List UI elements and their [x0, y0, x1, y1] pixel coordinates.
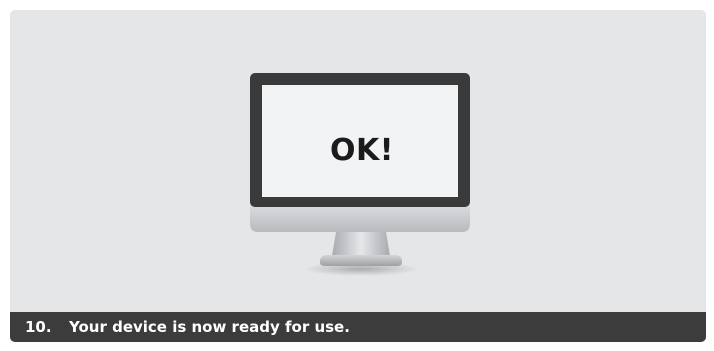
step-number: 10. — [25, 318, 52, 336]
caption-bar: 10. Your device is now ready for use. — [10, 312, 706, 342]
screen-message: OK! — [330, 132, 394, 168]
step-text: Your device is now ready for use. — [69, 318, 350, 336]
illustration-area: OK! — [10, 10, 706, 312]
instruction-card: OK! 10. Your device is now ready for use… — [10, 10, 706, 342]
